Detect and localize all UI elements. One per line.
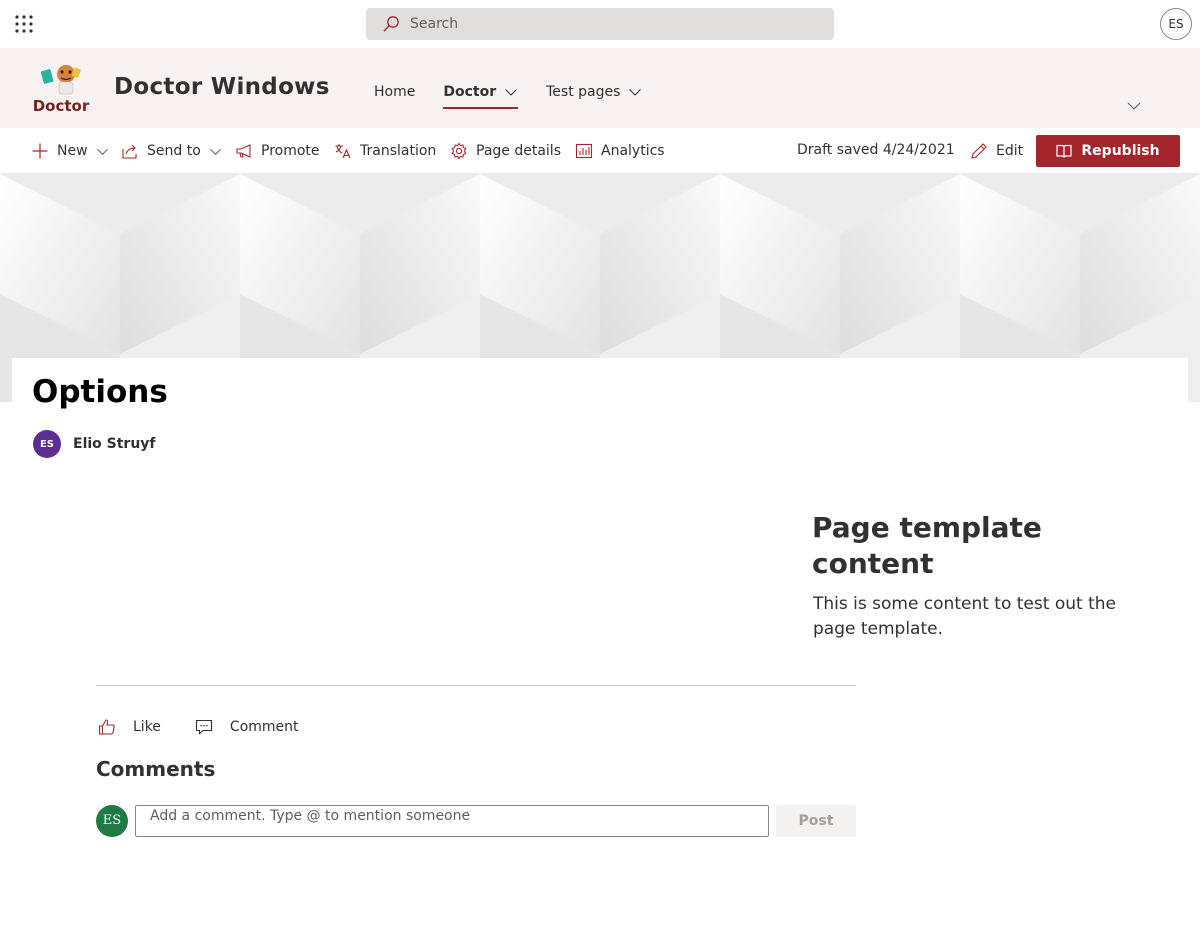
send-to-button[interactable]: Send to <box>121 128 222 174</box>
new-button[interactable]: New <box>31 128 109 174</box>
translation-label: Translation <box>360 143 437 159</box>
chevron-down-icon <box>505 89 517 96</box>
content-heading: Page template content <box>812 511 1042 580</box>
page-details-button[interactable]: Page details <box>450 128 561 174</box>
commenter-avatar: ES <box>96 805 128 837</box>
site-title[interactable]: Doctor Windows <box>114 74 330 100</box>
chevron-down-icon <box>209 148 221 155</box>
pencil-icon <box>971 143 987 159</box>
nav-item-home[interactable]: Home <box>374 81 415 103</box>
chevron-down-icon <box>96 148 108 155</box>
app-launcher-icon[interactable] <box>14 14 34 34</box>
comments-heading: Comments <box>96 757 216 781</box>
page-author[interactable]: ES Elio Struyf <box>33 430 156 458</box>
nav-item-label: Home <box>374 84 416 100</box>
post-button[interactable]: Post <box>776 805 856 837</box>
divider <box>96 685 856 686</box>
analytics-button[interactable]: Analytics <box>575 128 665 174</box>
share-icon <box>122 144 137 159</box>
search-box[interactable] <box>366 8 834 40</box>
social-bar: Like Comment <box>98 718 299 736</box>
content-text: This is some content to test out the pag… <box>813 594 1116 639</box>
author-avatar: ES <box>33 430 61 458</box>
search-icon <box>383 16 399 32</box>
nav-item-doctor[interactable]: Doctor <box>443 81 518 109</box>
analytics-label: Analytics <box>601 143 665 159</box>
nav-item-label: Test pages <box>546 84 621 100</box>
translate-icon <box>335 144 351 159</box>
header-expand-chevron-icon[interactable] <box>1126 98 1142 114</box>
like-label: Like <box>133 719 161 735</box>
site-logo[interactable]: Doctor <box>30 60 94 116</box>
add-icon <box>32 143 48 159</box>
comment-icon <box>195 719 212 735</box>
translation-button[interactable]: Translation <box>334 128 436 174</box>
like-button[interactable]: Like <box>98 718 161 736</box>
title-area <box>12 358 1188 418</box>
search-input[interactable] <box>410 16 810 32</box>
new-label: New <box>57 143 88 159</box>
comment-button[interactable]: Comment <box>195 718 299 736</box>
book-icon <box>1056 144 1073 158</box>
site-header: Doctor Doctor Windows Home Doctor Test p… <box>0 48 1200 128</box>
draft-status: Draft saved 4/24/2021 <box>797 142 955 158</box>
thumbs-up-icon <box>98 719 115 735</box>
chevron-down-icon <box>629 89 642 96</box>
comment-input[interactable] <box>135 805 769 837</box>
nav-item-test-pages[interactable]: Test pages <box>546 81 642 103</box>
analytics-icon <box>575 143 593 159</box>
edit-label: Edit <box>996 143 1024 159</box>
republish-label: Republish <box>1081 143 1160 159</box>
page-title: Options <box>32 374 168 410</box>
nav-item-label: Doctor <box>443 84 497 100</box>
page-details-label: Page details <box>476 143 561 159</box>
megaphone-icon <box>236 144 251 158</box>
republish-button[interactable]: Republish <box>1036 135 1180 167</box>
site-navigation: Home Doctor Test pages <box>374 81 670 109</box>
account-avatar[interactable]: ES <box>1160 8 1192 40</box>
suite-bar: ES <box>0 0 1200 48</box>
command-bar: New Send to Promote Translation Page det… <box>0 128 1200 174</box>
promote-button[interactable]: Promote <box>235 128 320 174</box>
promote-label: Promote <box>261 143 320 159</box>
send-to-label: Send to <box>147 143 201 159</box>
author-name: Elio Struyf <box>73 436 156 452</box>
comment-label: Comment <box>229 719 299 735</box>
gear-icon <box>451 142 467 160</box>
edit-button[interactable]: Edit <box>970 128 1023 174</box>
svg-text:Doctor: Doctor <box>33 97 90 115</box>
